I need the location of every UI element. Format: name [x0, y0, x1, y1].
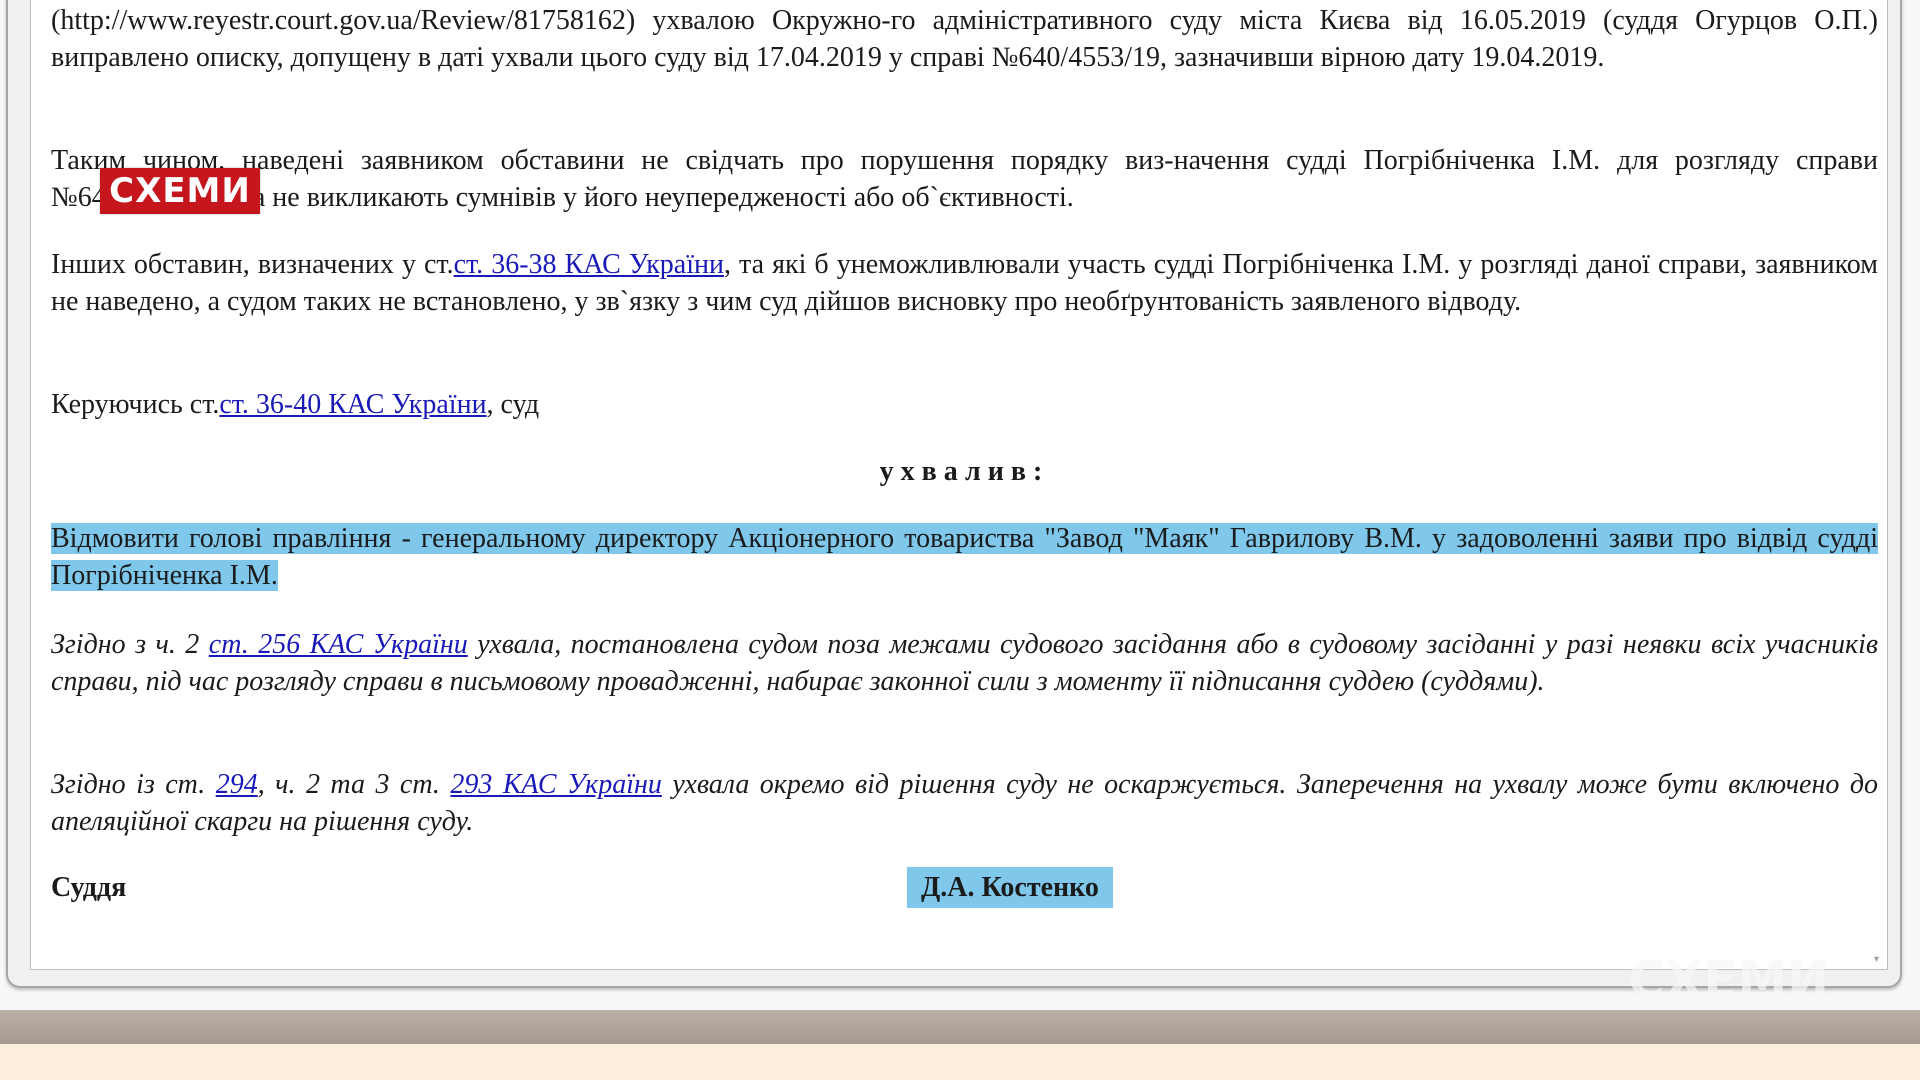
decision-heading: ухвалив: [879, 456, 1050, 487]
bottom-strip [0, 1044, 1920, 1080]
paragraph-appeal: Згідно із ст. 294, ч. 2 та 3 ст. 293 КАС… [51, 766, 1878, 840]
law-link-294[interactable]: 294 [216, 769, 258, 800]
judge-name-highlighted: Д.А. Костенко [907, 867, 1113, 908]
schemes-watermark: СХЕМИ [1628, 951, 1830, 1009]
paragraph-text: (http://www.reyestr.court.gov.ua/Review/… [51, 5, 1878, 73]
document-pane[interactable]: (http://www.reyestr.court.gov.ua/Review/… [30, 0, 1888, 970]
paragraph-text: Згідно з ч. 2 [51, 629, 209, 660]
paragraph-other-circumstances: Інших обставин, визначених у ст.ст. 36-3… [51, 246, 1878, 320]
paragraph-text: Інших обставин, визначених у ст. [51, 249, 454, 280]
paragraph-conclusion: Таким чином, наведені заявником обставин… [51, 142, 1878, 216]
viewer-window: (http://www.reyestr.court.gov.ua/Review/… [6, 0, 1902, 988]
highlighted-text: Відмовити голові правління - генеральном… [51, 523, 1878, 591]
paragraph-text: , суд [486, 389, 540, 420]
law-link-36-38[interactable]: ст. 36-38 КАС України [454, 249, 724, 280]
paragraph-text: Керуючись ст. [51, 389, 220, 420]
judge-label: Суддя [51, 872, 127, 903]
paragraph-correction-note: (http://www.reyestr.court.gov.ua/Review/… [51, 2, 1878, 76]
paragraph-text: Таким чином, наведені заявником обставин… [51, 145, 1878, 213]
paragraph-governed-by: Керуючись ст.ст. 36-40 КАС України, суд [51, 386, 1878, 423]
paragraph-text: , ч. 2 та 3 ст. [257, 769, 451, 800]
signature-block: Суддя Д.А. Костенко [51, 867, 1878, 909]
law-link-256[interactable]: ст. 256 КАС України [209, 629, 468, 660]
paragraph-text: Згідно із ст. [51, 769, 216, 800]
law-link-36-40[interactable]: ст. 36-40 КАС України [219, 389, 486, 420]
schemes-logo-badge: СХЕМИ [100, 168, 260, 214]
scroll-down-arrow-icon[interactable]: ▾ [1874, 955, 1884, 965]
screen: (http://www.reyestr.court.gov.ua/Review/… [0, 0, 1920, 1080]
law-link-293[interactable]: 293 КАС України [450, 769, 662, 800]
paragraph-effective-date: Згідно з ч. 2 ст. 256 КАС України ухвала… [51, 626, 1878, 700]
paragraph-decision-highlighted: Відмовити голові правління - генеральном… [51, 520, 1878, 594]
